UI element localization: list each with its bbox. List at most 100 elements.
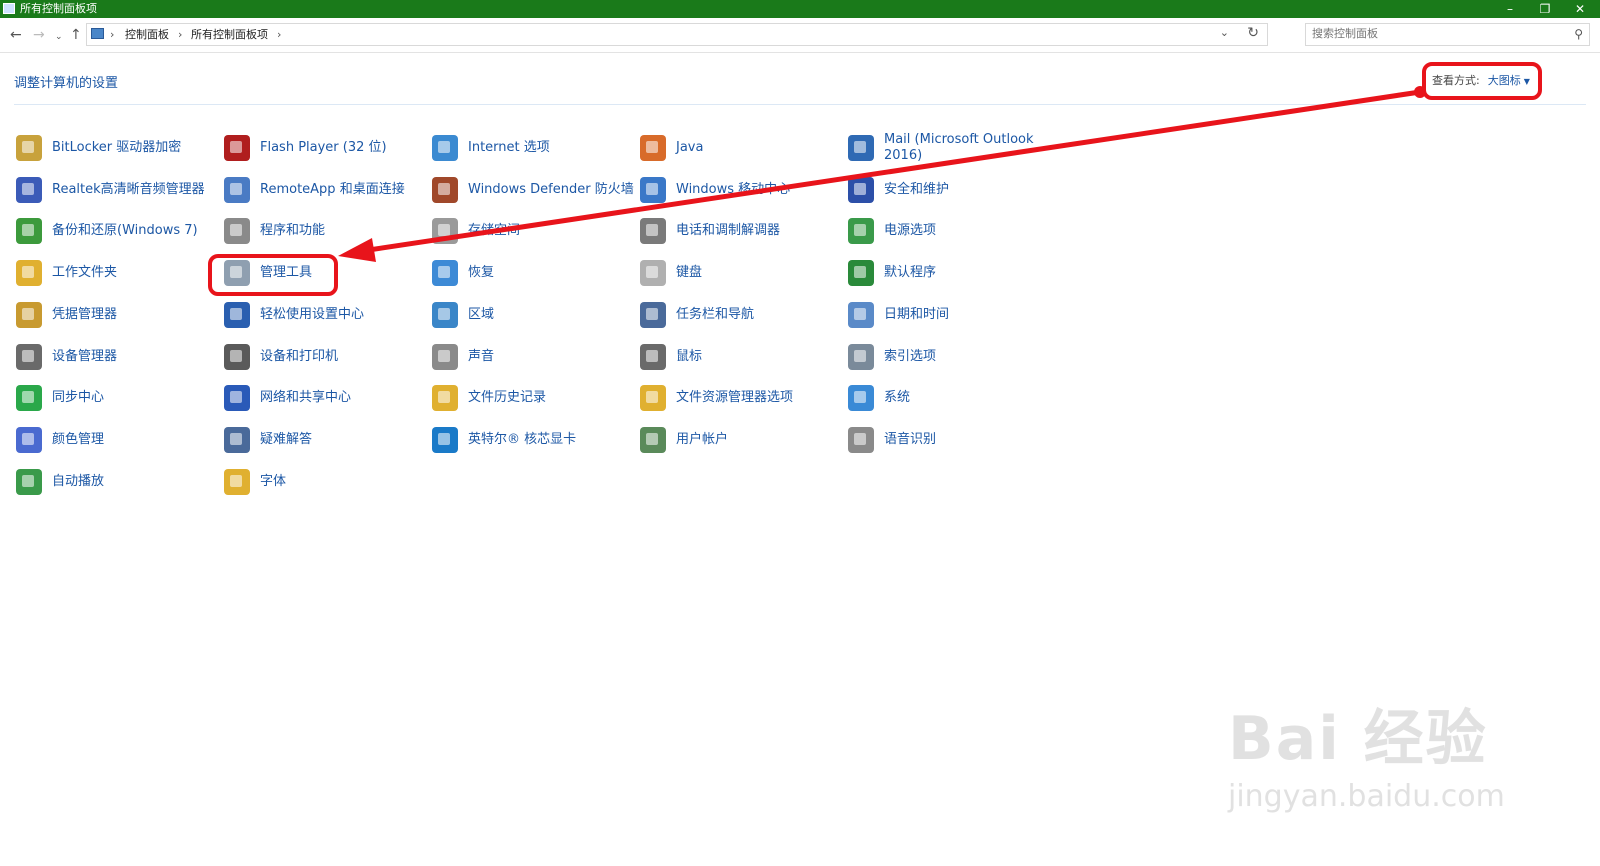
region-icon — [432, 302, 458, 328]
control-panel-item[interactable]: Mail (Microsoft Outlook 2016) — [848, 131, 1048, 165]
control-panel-item[interactable]: BitLocker 驱动器加密 — [16, 131, 216, 165]
control-panel-item[interactable]: 英特尔® 核芯显卡 — [432, 423, 632, 457]
control-panel-item[interactable]: 用户帐户 — [640, 423, 840, 457]
control-panel-item[interactable]: 索引选项 — [848, 340, 1048, 374]
firewall-icon — [432, 177, 458, 203]
control-panel-item-label: 用户帐户 — [676, 432, 729, 447]
credential-manager-icon — [16, 302, 42, 328]
title-bar: 所有控制面板项 – ❐ ✕ — [0, 0, 1600, 18]
control-panel-item[interactable]: 恢复 — [432, 256, 632, 290]
breadcrumb-all-items[interactable]: 所有控制面板项 — [191, 27, 268, 42]
realtek-audio-icon — [16, 177, 42, 203]
control-panel-item-label: 轻松使用设置中心 — [260, 307, 365, 322]
forward-arrow-icon[interactable]: → — [33, 26, 45, 44]
admin-tools-highlight — [208, 254, 338, 296]
control-panel-item[interactable]: 电源选项 — [848, 214, 1048, 248]
control-panel-item[interactable]: 鼠标 — [640, 340, 840, 374]
back-arrow-icon[interactable]: ← — [10, 26, 22, 44]
search-box[interactable]: ⚲ — [1305, 23, 1590, 46]
keyboard-icon — [640, 260, 666, 286]
control-panel-item[interactable]: 文件资源管理器选项 — [640, 381, 840, 415]
up-arrow-icon[interactable]: ↑ — [70, 26, 82, 44]
control-panel-item[interactable]: 网络和共享中心 — [224, 381, 424, 415]
control-panel-item-label: Windows Defender 防火墙 — [468, 182, 634, 197]
navigation-bar: ← → ⌄ ↑ › 控制面板 › 所有控制面板项 › ⌄ ↻ ⚲ — [0, 18, 1600, 53]
breadcrumb-separator: › — [110, 28, 115, 41]
control-panel-item[interactable]: 安全和维护 — [848, 173, 1048, 207]
breadcrumb-separator[interactable]: › — [277, 27, 281, 42]
control-panel-item-label: 自动播放 — [52, 474, 105, 489]
control-panel-item-label: 颜色管理 — [52, 432, 105, 447]
control-panel-item[interactable]: 任务栏和导航 — [640, 298, 840, 332]
control-panel-item[interactable]: 系统 — [848, 381, 1048, 415]
control-panel-item-label: Flash Player (32 位) — [260, 140, 387, 155]
minimize-button[interactable]: – — [1493, 0, 1527, 18]
close-button[interactable]: ✕ — [1563, 0, 1597, 18]
control-panel-item-label: 声音 — [468, 349, 495, 364]
control-panel-item[interactable]: Windows 移动中心 — [640, 173, 840, 207]
chevron-down-icon[interactable]: ⌄ — [1220, 26, 1229, 39]
control-panel-item[interactable]: 日期和时间 — [848, 298, 1048, 332]
control-panel-item[interactable]: 工作文件夹 — [16, 256, 216, 290]
control-panel-item[interactable]: 区域 — [432, 298, 632, 332]
control-panel-item-label: 英特尔® 核芯显卡 — [468, 432, 577, 447]
breadcrumb-separator[interactable]: › — [178, 27, 182, 42]
backup-icon — [16, 218, 42, 244]
control-panel-item-label: BitLocker 驱动器加密 — [52, 140, 182, 155]
device-manager-icon — [16, 344, 42, 370]
watermark-url: jingyan.baidu.com — [1228, 779, 1505, 814]
breadcrumb-control-panel[interactable]: 控制面板 — [125, 27, 169, 42]
sync-center-icon — [16, 385, 42, 411]
control-panel-item[interactable]: 备份和还原(Windows 7) — [16, 214, 216, 248]
control-panel-item[interactable]: 语音识别 — [848, 423, 1048, 457]
address-bar[interactable]: › 控制面板 › 所有控制面板项 › ⌄ ↻ — [86, 23, 1268, 46]
control-panel-item[interactable]: Windows Defender 防火墙 — [432, 173, 634, 207]
storage-spaces-icon — [432, 218, 458, 244]
taskbar-icon — [640, 302, 666, 328]
control-panel-item[interactable]: 设备管理器 — [16, 340, 216, 374]
control-panel-item-label: 工作文件夹 — [52, 265, 118, 280]
control-panel-item[interactable]: Internet 选项 — [432, 131, 632, 165]
indexing-icon — [848, 344, 874, 370]
control-panel-item[interactable]: RemoteApp 和桌面连接 — [224, 173, 424, 207]
control-panel-item-label: 疑难解答 — [260, 432, 313, 447]
control-panel-item[interactable]: 默认程序 — [848, 256, 1048, 290]
baidu-watermark: Bai 经验 jingyan.baidu.com — [1228, 690, 1505, 814]
recovery-icon — [432, 260, 458, 286]
view-by-highlight — [1422, 62, 1542, 100]
maximize-button[interactable]: ❐ — [1528, 0, 1562, 18]
control-panel-item[interactable]: 电话和调制解调器 — [640, 214, 840, 248]
control-panel-item[interactable]: 同步中心 — [16, 381, 216, 415]
control-panel-item[interactable]: 疑难解答 — [224, 423, 424, 457]
control-panel-item[interactable]: 字体 — [224, 465, 424, 499]
control-panel-item[interactable]: 文件历史记录 — [432, 381, 632, 415]
divider — [14, 104, 1586, 105]
control-panel-item[interactable]: 凭据管理器 — [16, 298, 216, 332]
control-panel-item-label: 索引选项 — [884, 349, 937, 364]
search-icon[interactable]: ⚲ — [1574, 27, 1583, 41]
control-panel-item[interactable]: 程序和功能 — [224, 214, 424, 248]
control-panel-item[interactable]: 颜色管理 — [16, 423, 216, 457]
control-panel-item-label: RemoteApp 和桌面连接 — [260, 182, 405, 197]
control-panel-item[interactable]: 声音 — [432, 340, 632, 374]
control-panel-item-label: 同步中心 — [52, 390, 105, 405]
control-panel-item[interactable]: Flash Player (32 位) — [224, 131, 424, 165]
refresh-icon[interactable]: ↻ — [1247, 25, 1259, 41]
control-panel-item[interactable]: 键盘 — [640, 256, 840, 290]
control-panel-item[interactable]: 自动播放 — [16, 465, 216, 499]
control-panel-item[interactable]: 轻松使用设置中心 — [224, 298, 424, 332]
search-input[interactable] — [1312, 27, 1552, 40]
work-folders-icon — [16, 260, 42, 286]
internet-options-icon — [432, 135, 458, 161]
date-time-icon — [848, 302, 874, 328]
control-panel-item[interactable]: Java — [640, 131, 840, 165]
recent-locations-icon[interactable]: ⌄ — [55, 28, 63, 46]
control-panel-item-label: 文件资源管理器选项 — [676, 390, 794, 405]
control-panel-item-label: 任务栏和导航 — [676, 307, 755, 322]
control-panel-item[interactable]: Realtek高清晰音频管理器 — [16, 173, 216, 207]
control-panel-item[interactable]: 设备和打印机 — [224, 340, 424, 374]
control-panel-item[interactable]: 存储空间 — [432, 214, 632, 248]
mail-icon — [848, 135, 874, 161]
user-accounts-icon — [640, 427, 666, 453]
control-panel-item-label: 区域 — [468, 307, 495, 322]
